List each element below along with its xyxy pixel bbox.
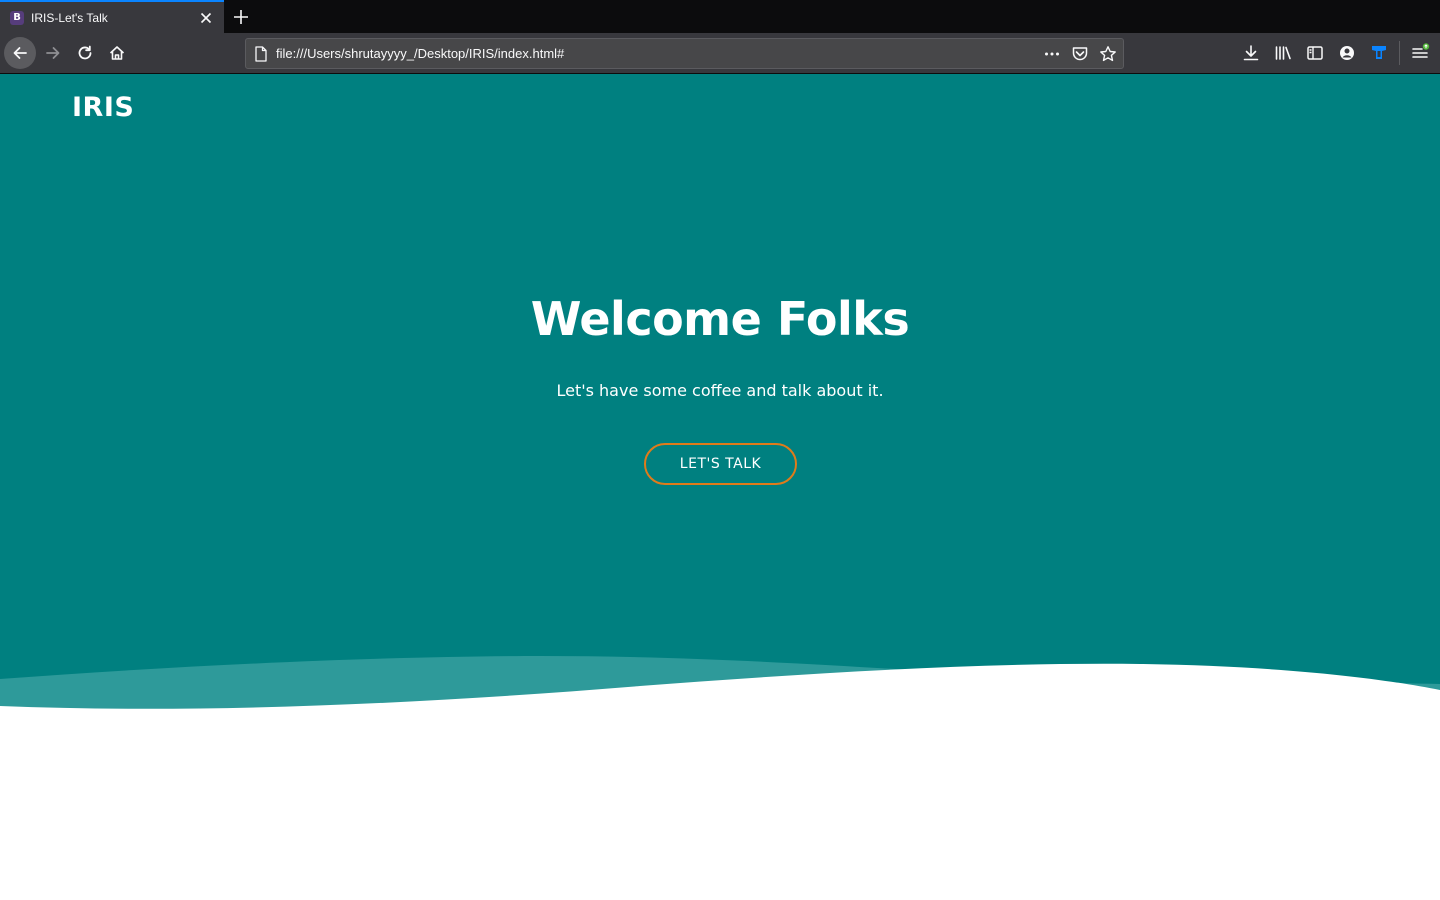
navigation-toolbar: file:///Users/shrutayyyy_/Desktop/IRIS/i…: [0, 33, 1440, 74]
hamburger-menu-icon[interactable]: [1410, 43, 1430, 63]
hero-section: IRIS Welcome Folks Let's have some coffe…: [0, 74, 1440, 900]
page-title: Welcome Folks: [530, 292, 910, 346]
url-text[interactable]: file:///Users/shrutayyyy_/Desktop/IRIS/i…: [276, 46, 564, 61]
arrow-right-icon: [46, 47, 60, 59]
tab-title: IRIS-Let's Talk: [31, 10, 108, 25]
tab-strip: B IRIS-Let's Talk: [0, 0, 1440, 33]
page-subtitle: Let's have some coffee and talk about it…: [556, 381, 884, 400]
account-icon[interactable]: [1337, 43, 1357, 63]
library-icon[interactable]: [1273, 43, 1293, 63]
home-icon: [109, 46, 125, 60]
star-icon[interactable]: [1099, 45, 1117, 63]
url-bar[interactable]: file:///Users/shrutayyyy_/Desktop/IRIS/i…: [245, 38, 1124, 69]
reload-button[interactable]: [69, 37, 101, 69]
ellipsis-icon[interactable]: [1043, 45, 1061, 63]
brand-logo[interactable]: IRIS: [72, 92, 134, 123]
page-icon: [255, 46, 267, 62]
sidebar-icon[interactable]: [1305, 43, 1325, 63]
arrow-left-icon: [13, 47, 27, 59]
download-icon[interactable]: [1241, 43, 1261, 63]
toolbar-separator: [1399, 41, 1400, 65]
shield-extension-icon[interactable]: [1369, 43, 1389, 63]
close-icon[interactable]: [198, 10, 214, 26]
back-button[interactable]: [4, 37, 36, 69]
reload-icon: [78, 45, 92, 60]
forward-button[interactable]: [37, 37, 69, 69]
plus-icon[interactable]: [232, 8, 250, 26]
pocket-icon[interactable]: [1071, 45, 1089, 63]
home-button[interactable]: [101, 37, 133, 69]
bootstrap-favicon-icon: B: [10, 10, 24, 25]
active-tab[interactable]: B IRIS-Let's Talk: [0, 0, 224, 33]
lets-talk-button[interactable]: LET'S TALK: [644, 443, 797, 485]
